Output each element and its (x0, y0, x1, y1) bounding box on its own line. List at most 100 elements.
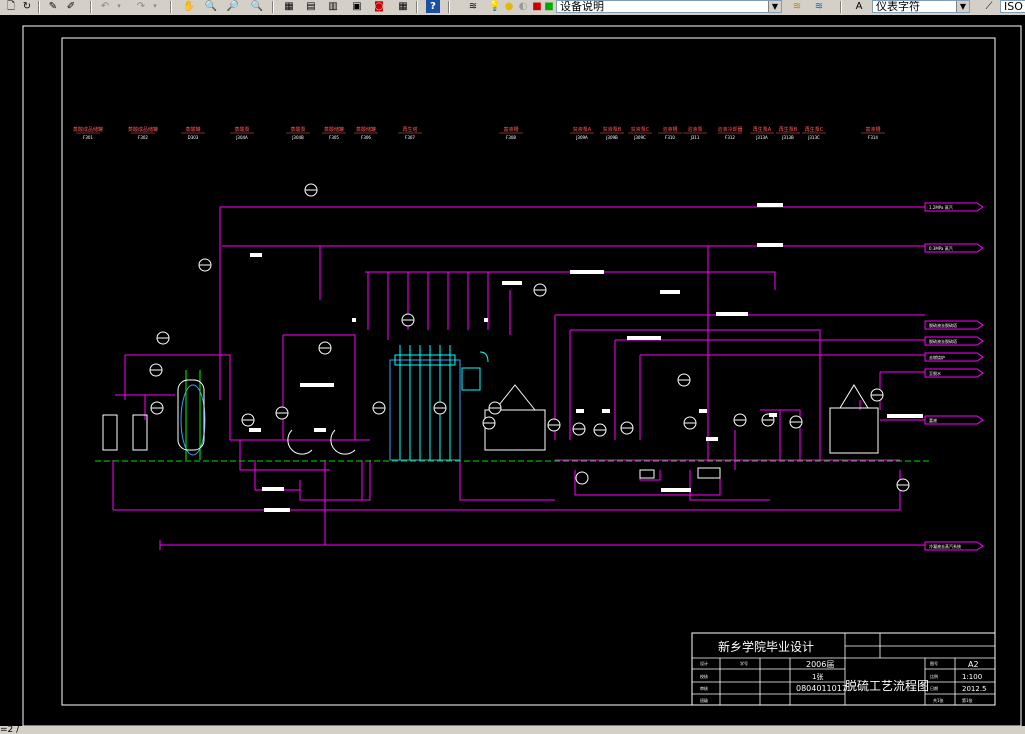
instrument-bubble-group (149, 183, 910, 492)
line-tag-bar (757, 203, 783, 207)
line-arrow-tag-label: 1.2MPa 蒸汽 (929, 204, 953, 210)
title-block-label: 审核 (700, 685, 708, 691)
equipment-tag-name: 溶液槽 (662, 126, 677, 133)
cad-toolbar: 🗋 ↻ ✎ ✐ ↶ ▾ ↷ ▾ ✋ 🔍 🔎 🔍 ▦ ▤ ▥ ▣ ◙ ▦ ? ≋ … (0, 0, 1025, 16)
equipment-tag-code: J313B (781, 135, 794, 140)
toolbar-separator (38, 1, 40, 13)
equipment-tag-name: 溶液冷却器 (717, 126, 742, 133)
tool-palettes-icon[interactable]: ▥ (326, 0, 340, 13)
equipment-tag-code: J304B (291, 135, 304, 140)
line-arrow-tag-label: 脱硫液去脱硫塔 (929, 338, 957, 344)
line-tag-bar (716, 312, 748, 316)
brush-icon[interactable]: ✐ (64, 0, 78, 13)
layer-select[interactable]: 设备说明 ▼ (556, 0, 782, 13)
equipment-tag-name: 富液槽 (865, 126, 880, 133)
drawing-title: 脱硫工艺流程图 (845, 678, 929, 693)
title-block-label: 设计 (700, 660, 708, 666)
equipment-tag-code: F308 (506, 135, 516, 140)
zoom-previous-icon[interactable]: 🔍 (250, 0, 264, 13)
chevron-down-icon[interactable]: ▼ (956, 1, 969, 12)
text-style-select[interactable]: 仪表字符 ▼ (872, 0, 970, 13)
line-tag-bar (706, 437, 718, 441)
equipment-tag-name: 蒸酸储罐 (324, 126, 344, 133)
line-arrow-tag-label: 脱硫液去脱硫塔 (929, 322, 957, 328)
equipment-tag-name: 富液槽 (503, 126, 518, 133)
line-arrow-tag-label: 富液 (929, 417, 937, 423)
layer-previous-icon[interactable]: ≋ (812, 0, 826, 13)
equipment-tag-name: 蒸酸成品储罐 (128, 126, 158, 133)
line-tag-bar (249, 428, 261, 432)
sheet-set-icon[interactable]: ▣ (350, 0, 364, 13)
dimension-style-select[interactable]: ISO (1000, 0, 1025, 13)
text-style-icon[interactable]: A (852, 0, 866, 13)
line-tag-bar (352, 318, 356, 322)
drawing-canvas[interactable]: 蒸酸成品储罐 F301 蒸酸成品储罐 F302 蒸酸罐 D303 蒸酸泵 J304A 蒸酸泵 J3… (0, 15, 1025, 726)
equipment-tag-name: 蒸酸泵 (290, 126, 305, 133)
line-tag-bars (249, 203, 923, 512)
layer-plot-icon[interactable]: ■ (542, 0, 556, 13)
new-file-icon[interactable]: 🗋 (4, 0, 18, 13)
dimension-style-icon[interactable]: ⟋ (982, 0, 996, 13)
layer-manager-icon[interactable]: ≋ (466, 0, 480, 13)
dimension-style-value: ISO (1004, 0, 1023, 13)
line-tag-bar (769, 413, 777, 417)
equipment-tag-name: 再生泵C (805, 126, 824, 133)
line-tag-bar (502, 281, 522, 285)
layer-select-value: 设备说明 (560, 0, 604, 13)
equipment-tag-code: J313A (755, 135, 768, 140)
command-status-bar: =2 / (0, 726, 1025, 734)
make-layer-current-icon[interactable]: ≋ (790, 0, 804, 13)
design-center-icon[interactable]: ▤ (304, 0, 318, 13)
equipment-tag-name: 再生塔 (402, 126, 417, 133)
layer-on-icon[interactable]: 💡 (488, 0, 502, 13)
title-block-label: 共1张 (933, 697, 944, 703)
equipment-tag-name: 蒸酸罐 (185, 126, 200, 133)
layer-freeze-icon[interactable]: ● (502, 0, 516, 13)
equipment-tag-code: F310 (665, 135, 675, 140)
toolbar-separator (840, 1, 842, 13)
line-arrow-tag-label: 至脱水 (929, 370, 941, 376)
line-arrow-tag-label: 冷凝液去蒸汽系统 (929, 543, 961, 549)
match-properties-icon[interactable]: ✎ (46, 0, 60, 13)
equipment-tag-name: 蒸酸泵 (234, 126, 249, 133)
help-icon[interactable]: ? (426, 0, 440, 13)
title-block-label: 学号 (740, 660, 748, 666)
line-tag-bar (570, 270, 604, 274)
line-arrow-tags: 1.2MPa 蒸汽 0.3MPa 蒸汽脱硫液去脱硫塔脱硫液去脱硫塔去燃烧炉至脱水富… (924, 202, 984, 551)
pan-hand-icon[interactable]: ✋ (182, 0, 196, 13)
line-tag-bar (300, 383, 334, 387)
line-tag-bar (314, 428, 326, 432)
toolbar-separator (90, 1, 92, 13)
piping-network (112, 206, 925, 550)
line-tag-bar (250, 253, 262, 257)
line-tag-bar (627, 336, 661, 340)
equipment-tag-name: 再生泵B (779, 126, 798, 133)
equipment-tag-name: 贫液泵A (573, 126, 592, 133)
undo-icon[interactable]: ↶ (98, 0, 112, 13)
chevron-down-icon[interactable]: ▼ (768, 1, 781, 12)
zoom-window-icon[interactable]: 🔎 (226, 0, 240, 13)
markup-icon[interactable]: ◙ (372, 0, 386, 13)
zoom-realtime-icon[interactable]: 🔍 (204, 0, 218, 13)
undo-dropdown-icon[interactable]: ▾ (112, 0, 126, 13)
calculator-icon[interactable]: ▦ (396, 0, 410, 13)
equipment-tag-code: J313C (807, 135, 820, 140)
equipment-tag-name: 贫液泵C (631, 126, 650, 133)
tb-scale: 1:100 (962, 673, 982, 681)
equipment-tag-code: F302 (138, 135, 148, 140)
open-file-icon[interactable]: ↻ (20, 0, 34, 13)
equipment-tag-code: J311 (690, 135, 700, 140)
layer-lock-icon[interactable]: ◐ (516, 0, 530, 13)
redo-dropdown-icon[interactable]: ▾ (148, 0, 162, 13)
equipment-tag-name: 蒸酸储罐 (356, 126, 376, 133)
equipment-tag-code: J309C (633, 135, 646, 140)
line-tag-bar (661, 488, 691, 492)
properties-icon[interactable]: ▦ (282, 0, 296, 13)
equipment-tag-code: J309A (575, 135, 588, 140)
equipment-tag-group: 蒸酸成品储罐 F301 蒸酸成品储罐 F302 蒸酸罐 D303 蒸酸泵 J304A 蒸酸泵 J3… (73, 126, 885, 140)
equipment-tag-code: D303 (188, 135, 199, 140)
line-tag-bar (262, 487, 284, 491)
redo-icon[interactable]: ↷ (134, 0, 148, 13)
line-tag-bar (699, 409, 707, 413)
toolbar-separator (170, 1, 172, 13)
